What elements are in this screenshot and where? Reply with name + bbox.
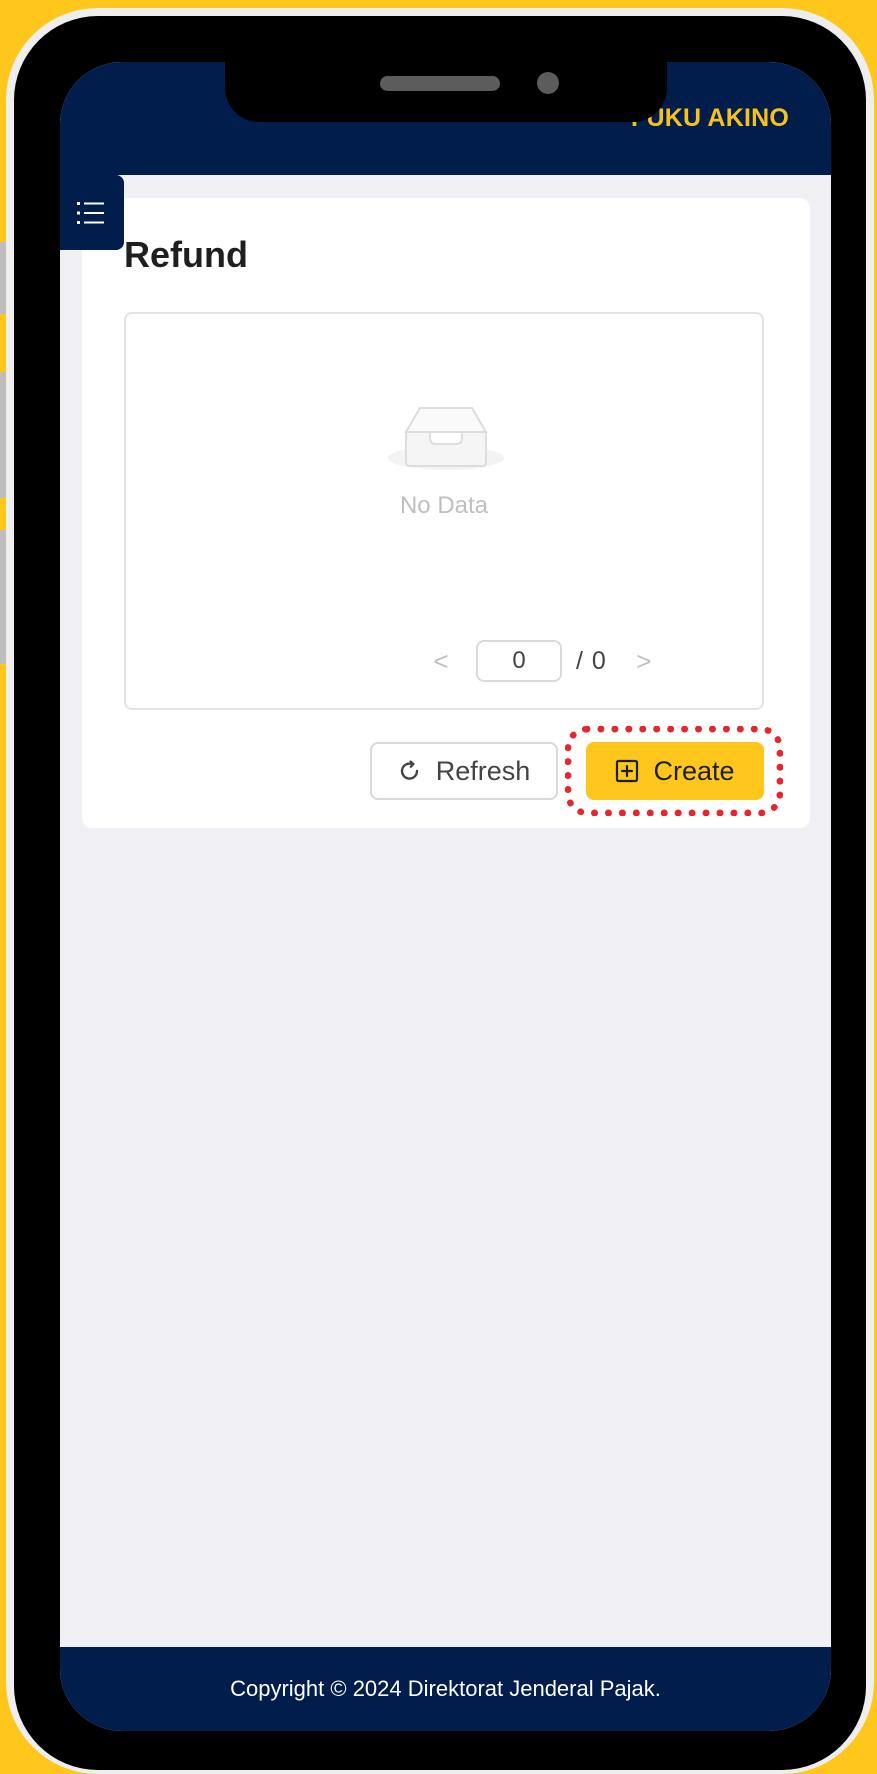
empty-inbox-icon <box>388 407 504 470</box>
pagination: < / 0 > <box>426 640 659 682</box>
phone-notch <box>225 62 667 122</box>
speaker-grille <box>380 76 500 91</box>
refund-card: Refund No Data < / 0 > Refresh <box>82 198 810 828</box>
refresh-button[interactable]: Refresh <box>370 742 558 800</box>
page-total: / 0 <box>576 646 607 675</box>
menu-toggle-button[interactable] <box>60 175 124 250</box>
next-page-button[interactable]: > <box>629 646 659 677</box>
page-title: Refund <box>124 234 248 275</box>
plus-square-icon <box>616 759 639 783</box>
refresh-label: Refresh <box>435 755 531 786</box>
copyright-text: Copyright © 2024 Direktorat Jenderal Paj… <box>230 1676 661 1701</box>
refund-list: No Data < / 0 > <box>124 312 764 710</box>
page-number-input[interactable] <box>476 640 562 682</box>
app-footer: Copyright © 2024 Direktorat Jenderal Paj… <box>60 1647 831 1731</box>
app-screen: FUKU AKINO Refund No Data < 0 / 0 > Refr… <box>60 62 831 1731</box>
prev-page-button[interactable]: < <box>426 646 456 677</box>
refresh-icon <box>400 760 418 780</box>
front-camera <box>537 72 559 94</box>
create-label: Create <box>653 755 735 786</box>
empty-state-text: No Data <box>399 492 489 519</box>
list-icon <box>77 201 104 224</box>
create-button[interactable]: Create <box>586 742 764 800</box>
